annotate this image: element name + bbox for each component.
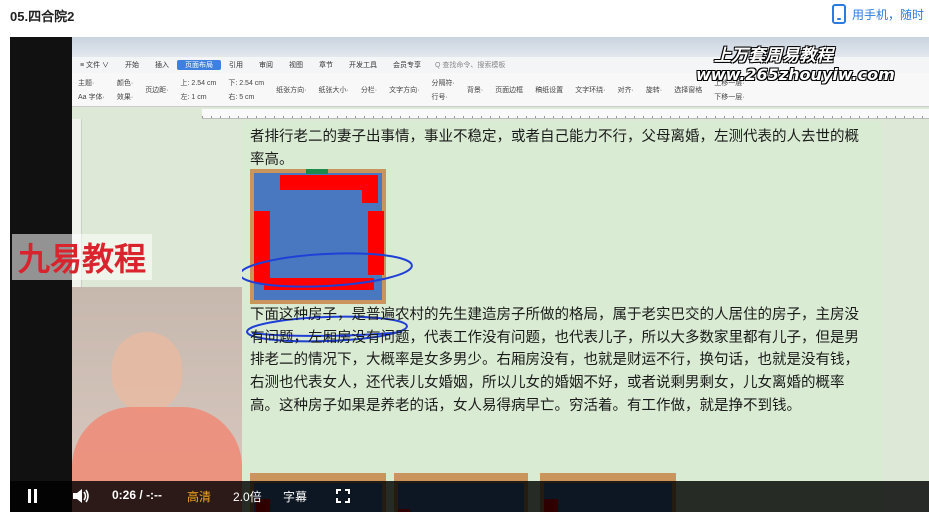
wps-toolbar-item: 分隔符· xyxy=(431,79,455,87)
volume-icon[interactable] xyxy=(72,487,90,505)
brand-overlay: 九易教程 xyxy=(12,234,153,280)
wps-toolbar-item: 下: 2.54 cm xyxy=(228,79,265,87)
site-watermark-title: 上万套周易教程 xyxy=(714,46,833,66)
wps-toolbar-item: 颜色· xyxy=(116,79,134,87)
wps-toolbar-item: Aa 字体· xyxy=(78,93,105,101)
wps-toolbar-group: 文字环绕· xyxy=(569,85,611,95)
total-time: -:-- xyxy=(146,488,163,502)
document-paragraph: 者排行老二的妻子出事情，事业不稳定，或者自己能力不行，父母离婚，左测代表的人去世… xyxy=(250,129,859,168)
video-player[interactable]: ≡ 文件 ∨ 开始 插入 页面布局 引用 审阅 视图 章节 开发工具 会员专享 … xyxy=(10,37,929,512)
wps-toolbar-item: 分栏· xyxy=(360,86,378,94)
video-frame: ≡ 文件 ∨ 开始 插入 页面布局 引用 审阅 视图 章节 开发工具 会员专享 … xyxy=(72,37,929,512)
right-corner-wall xyxy=(362,175,378,203)
wps-search-box: Q 查找命令、搜索模板 xyxy=(434,62,506,69)
wps-tab: 插入 xyxy=(154,62,169,69)
speaker-icon xyxy=(73,489,89,503)
wps-tab: 开始 xyxy=(124,62,139,69)
wps-toolbar-item: 效果· xyxy=(116,93,134,101)
wps-toolbar-group: 稿纸设置 xyxy=(529,85,569,95)
wps-tab: 开发工具 xyxy=(348,62,377,69)
wps-toolbar-item: 文字环绕· xyxy=(575,86,606,94)
wps-toolbar-item: 旋转· xyxy=(645,86,663,94)
wps-toolbar-group: 纸张大小· xyxy=(312,85,354,95)
time-separator: / xyxy=(139,488,143,502)
wps-toolbar-item: 页边距· xyxy=(145,86,169,94)
wps-toolbar-item: 稿纸设置 xyxy=(535,86,564,94)
wps-toolbar-group: 选择窗格 xyxy=(668,85,708,95)
wps-toolbar-item: 选择窗格 xyxy=(674,86,703,94)
site-watermark-url: www.265zhouyiw.com xyxy=(696,65,895,84)
wps-toolbar-item: 背景· xyxy=(466,86,484,94)
left-wing-wall xyxy=(254,211,270,283)
wps-toolbar-item: 主题· xyxy=(78,79,95,87)
wps-tab-active: 页面布局 xyxy=(176,60,221,70)
wps-toolbar-group: 下: 2.54 cm 右: 5 cm xyxy=(222,78,270,102)
wps-tab: 章节 xyxy=(318,62,333,69)
wps-toolbar-group: 背景· xyxy=(461,85,489,95)
wps-tab: 会员专享 xyxy=(392,62,421,69)
wps-toolbar-item: 行号· xyxy=(431,93,448,101)
horizontal-ruler xyxy=(202,109,929,119)
page-header: 05.四合院2 用手机，随时 xyxy=(0,0,929,34)
time-display: 0:26 / -:-- xyxy=(112,488,162,502)
wps-toolbar-item: 文字方向· xyxy=(389,86,420,94)
wps-toolbar-item: 上: 2.54 cm xyxy=(180,79,217,87)
wps-toolbar-group: 旋转· xyxy=(640,85,668,95)
wps-toolbar-item: 页面边框 xyxy=(495,86,524,94)
phone-icon xyxy=(832,4,846,24)
mobile-watch-link[interactable]: 用手机，随时 xyxy=(832,4,924,24)
wps-toolbar-group: 页面边框 xyxy=(489,85,529,95)
fullscreen-icon[interactable] xyxy=(336,489,350,503)
front-wall xyxy=(264,278,374,290)
speed-button[interactable]: 2.0倍 xyxy=(233,487,262,505)
pause-icon[interactable] xyxy=(28,487,40,505)
main-house-wall xyxy=(280,175,362,190)
wps-tab: ≡ 文件 ∨ xyxy=(80,62,109,69)
wps-toolbar-group: 主题· Aa 字体· xyxy=(72,78,111,102)
wps-toolbar-item: 纸张大小· xyxy=(318,86,349,94)
document-paragraph: 下面这种房子，是普遍农村的先生建造房子所做的格局，属于老实巴交的人居住的房子，主… xyxy=(250,307,859,414)
current-time: 0:26 xyxy=(112,488,137,502)
subtitle-button[interactable]: 字幕 xyxy=(283,487,307,505)
wps-toolbar-item: 对齐· xyxy=(617,86,634,94)
wps-toolbar-group: 上: 2.54 cm 左: 1 cm xyxy=(175,78,223,102)
wps-toolbar-group: 分栏· xyxy=(355,85,383,95)
wps-toolbar-group: 文字方向· xyxy=(383,85,425,95)
wps-tab: 视图 xyxy=(288,62,303,69)
presenter-video xyxy=(72,287,242,512)
page-title: 05.四合院2 xyxy=(10,9,75,24)
wps-toolbar-group: 分隔符· 行号· xyxy=(426,78,461,102)
video-controls: 0:26 / -:-- 高清 2.0倍 字幕 xyxy=(10,481,929,512)
wps-toolbar-item: 左: 1 cm xyxy=(180,93,207,101)
diagram-cap-mark xyxy=(306,169,328,174)
page-root: 05.四合院2 用手机，随时 ≡ 文件 ∨ 开始 插入 页面布局 引用 审阅 视… xyxy=(0,0,929,512)
courtyard-diagram-main xyxy=(250,169,386,304)
wps-tab: 引用 xyxy=(228,62,243,69)
wps-toolbar-group: 对齐· xyxy=(612,85,640,95)
quality-button[interactable]: 高清 xyxy=(187,487,211,505)
document-page: 者排行老二的妻子出事情，事业不稳定，或者自己能力不行，父母离婚，左测代表的人去世… xyxy=(242,121,882,512)
wps-toolbar-item: 纸张方向· xyxy=(276,86,307,94)
mobile-link-label: 用手机，随时 xyxy=(852,7,925,22)
presenter-head xyxy=(112,332,182,412)
right-wing-wall xyxy=(368,211,384,275)
fullscreen-glyph xyxy=(336,489,350,503)
wps-toolbar-item: 右: 5 cm xyxy=(228,93,255,101)
wps-toolbar-group: 页边距· xyxy=(139,85,174,95)
wps-tab: 审阅 xyxy=(258,62,273,69)
wps-toolbar-group: 纸张方向· xyxy=(270,85,312,95)
wps-toolbar-group: 颜色· 效果· xyxy=(111,78,139,102)
wps-toolbar-item: 下移一层· xyxy=(714,93,745,101)
